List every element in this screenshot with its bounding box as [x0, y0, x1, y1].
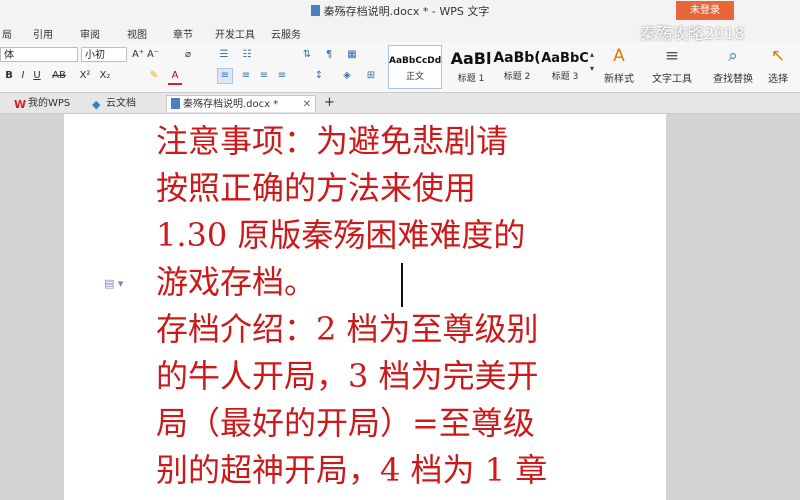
tab-section[interactable]: 章节: [173, 26, 193, 41]
document-line: 局（最好的开局）=至尊级: [156, 404, 535, 442]
style-normal-sample: AaBbCcDd: [389, 56, 441, 66]
wps-logo-icon: W: [14, 98, 27, 111]
font-color-button[interactable]: A: [168, 69, 182, 85]
align-right-icon[interactable]: ≡: [257, 69, 271, 83]
format-painter-button[interactable]: ⌀: [181, 48, 195, 62]
select-button[interactable]: ↖ 选择: [762, 46, 794, 90]
cursor-arrow-icon: ↖: [770, 46, 786, 66]
find-replace-button[interactable]: ⌕ 查找替换: [708, 46, 758, 90]
show-marks-icon[interactable]: ¶: [322, 48, 336, 62]
new-tab-button[interactable]: +: [320, 95, 335, 112]
tab-cloud-docs[interactable]: ◆ 云文档: [88, 95, 160, 112]
document-tab-bar: W 我的WPS ◆ 云文档 秦殇存档说明.docx * ✕ +: [0, 93, 800, 114]
style-heading-3-name: 标题 3: [551, 72, 579, 82]
line-spacing-icon[interactable]: ↕: [312, 69, 326, 83]
highlight-icon[interactable]: ✎: [147, 69, 161, 83]
document-line: 别的超神开局，4 档为 1 章: [156, 451, 548, 489]
table-borders-icon[interactable]: ⊞: [364, 69, 378, 83]
underline-button[interactable]: U: [31, 69, 43, 83]
watermark: 秦殇攻略2018: [640, 24, 745, 43]
style-heading-3[interactable]: AaBbC 标题 3: [538, 45, 592, 89]
shrink-font-button[interactable]: A⁻: [146, 48, 160, 62]
tab-layout[interactable]: 局: [2, 26, 12, 41]
text-tools-icon: ≡: [664, 46, 680, 66]
bullet-list-icon[interactable]: ☰: [217, 48, 231, 62]
tab-my-wps[interactable]: W 我的WPS: [10, 95, 82, 112]
new-style-label: 新样式: [604, 74, 634, 85]
style-normal-name: 正文: [405, 72, 424, 82]
superscript-button[interactable]: X²: [77, 69, 93, 83]
subscript-button[interactable]: X₂: [97, 69, 113, 83]
tab-references[interactable]: 引用: [33, 26, 53, 41]
align-left-icon[interactable]: ≡: [217, 68, 233, 84]
paragraph-handle-icon[interactable]: ▤ ▾: [104, 277, 123, 290]
tab-developer[interactable]: 开发工具: [215, 26, 255, 41]
document-page[interactable]: 注意事项：为避免悲剧请 按照正确的方法来使用 1.30 原版秦殇困难难度的 游戏…: [64, 114, 666, 500]
sort-icon[interactable]: ⇅: [300, 48, 314, 62]
document-icon: [310, 5, 320, 16]
shading-icon[interactable]: ◈: [340, 69, 354, 83]
styles-scroll-icon[interactable]: ▴ ▾: [588, 48, 596, 76]
tab-cloud[interactable]: 云服务: [271, 26, 301, 41]
cloud-docs-icon: ◆: [92, 98, 101, 111]
close-tab-icon[interactable]: ✕: [303, 96, 311, 113]
text-cursor: [401, 263, 403, 307]
tab-my-wps-label: 我的WPS: [28, 98, 71, 109]
new-style-button[interactable]: A 新样式: [600, 46, 638, 90]
document-line: 1.30 原版秦殇困难难度的: [156, 216, 526, 254]
document-line: 按照正确的方法来使用: [156, 169, 477, 207]
style-heading-2[interactable]: AaBb( 标题 2: [490, 45, 544, 89]
text-tools-label: 文字工具: [652, 74, 692, 85]
document-line: 注意事项：为避免悲剧请: [156, 122, 509, 160]
title-bar: 秦殇存档说明.docx * - WPS 文字 未登录: [0, 0, 800, 22]
style-normal[interactable]: AaBbCcDd 正文: [388, 45, 442, 89]
borders-icon[interactable]: ▦: [345, 48, 359, 62]
style-heading-2-sample: AaBb(: [493, 50, 541, 66]
find-replace-label: 查找替换: [713, 74, 753, 85]
formatting-toolbar: 体 小初 A⁺ A⁻ ⌀ B I U AB X² X₂ ✎ A ☰ ☷ ⇅ ¶ …: [0, 42, 800, 93]
document-area: 注意事项：为避免悲剧请 按照正确的方法来使用 1.30 原版秦殇困难难度的 游戏…: [0, 114, 800, 500]
new-style-icon: A: [613, 46, 625, 66]
document-icon: [171, 98, 180, 109]
window-title-text: 秦殇存档说明.docx * - WPS 文字: [323, 5, 490, 18]
tab-current-document[interactable]: 秦殇存档说明.docx * ✕: [166, 95, 316, 112]
font-name-select[interactable]: 体: [0, 47, 78, 62]
style-heading-3-sample: AaBbC: [541, 51, 589, 66]
style-heading-2-name: 标题 2: [503, 72, 531, 82]
tab-review[interactable]: 审阅: [80, 26, 100, 41]
search-icon: ⌕: [728, 46, 738, 66]
italic-button[interactable]: I: [17, 69, 29, 83]
numbered-list-icon[interactable]: ☷: [240, 48, 254, 62]
tab-cloud-docs-label: 云文档: [106, 98, 136, 109]
login-button[interactable]: 未登录: [676, 1, 734, 20]
font-size-select[interactable]: 小初: [81, 47, 127, 62]
select-label: 选择: [768, 74, 788, 85]
strikethrough-button[interactable]: AB: [51, 69, 67, 83]
align-center-icon[interactable]: ≡: [239, 69, 253, 83]
document-body[interactable]: 注意事项：为避免悲剧请 按照正确的方法来使用 1.30 原版秦殇困难难度的 游戏…: [156, 118, 656, 494]
bold-button[interactable]: B: [3, 69, 15, 83]
document-line: 的牛人开局，3 档为完美开: [156, 357, 539, 395]
document-line: 游戏存档。: [156, 263, 317, 301]
tab-view[interactable]: 视图: [127, 26, 147, 41]
tab-current-document-label: 秦殇存档说明.docx *: [183, 99, 279, 110]
document-line: 存档介绍：2 档为至尊级别: [156, 310, 539, 348]
grow-font-button[interactable]: A⁺: [131, 48, 145, 62]
justify-icon[interactable]: ≡: [275, 69, 289, 83]
text-tools-button[interactable]: ≡ 文字工具: [648, 46, 696, 90]
